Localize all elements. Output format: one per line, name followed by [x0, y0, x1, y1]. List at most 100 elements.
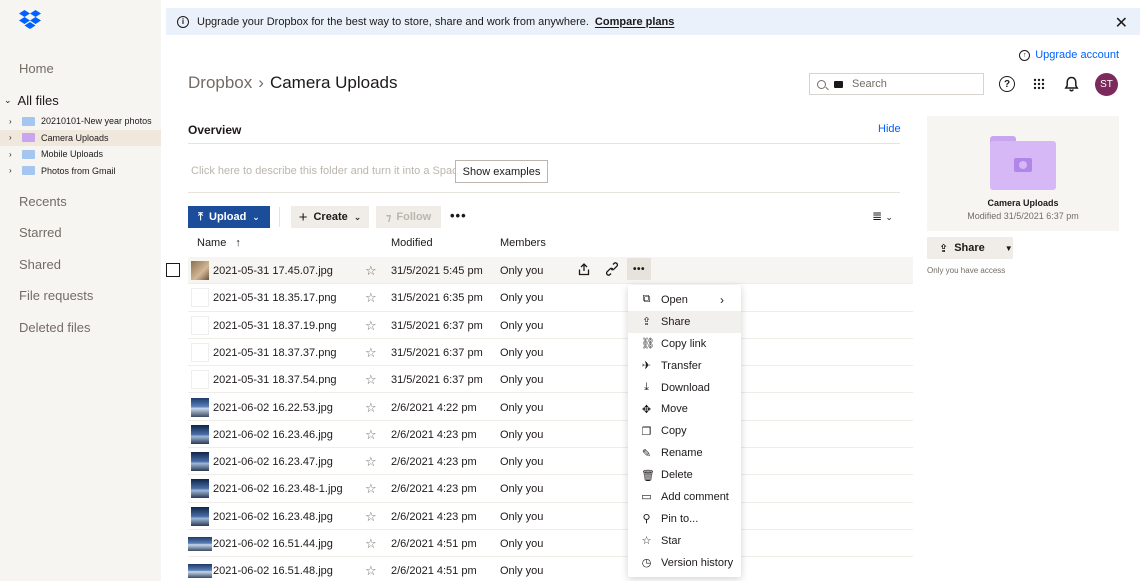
- star-icon[interactable]: ☆: [365, 536, 377, 552]
- copy-link-icon[interactable]: [605, 262, 619, 279]
- file-name[interactable]: 2021-06-02 16.22.53.jpg: [213, 402, 333, 414]
- avatar[interactable]: ST: [1095, 73, 1118, 96]
- star-icon[interactable]: ☆: [365, 400, 377, 416]
- show-examples-button[interactable]: Show examples: [455, 160, 548, 183]
- bell-icon[interactable]: [1061, 74, 1081, 94]
- file-members: Only you: [500, 483, 544, 496]
- hide-overview-link[interactable]: Hide: [878, 123, 901, 135]
- menu-item-copy[interactable]: ❐ Copy: [628, 420, 741, 442]
- table-row[interactable]: 2021-06-02 16.23.46.jpg ☆ 2/6/2021 4:23 pm…: [188, 421, 913, 449]
- nav-starred[interactable]: Starred: [19, 225, 62, 240]
- nav-all-files[interactable]: ⌄ All files: [4, 93, 59, 108]
- table-row[interactable]: 2021-05-31 18.37.19.png ☆ 31/5/2021 6:37 p…: [188, 312, 913, 339]
- share-button[interactable]: ⇪ Share ▼: [927, 237, 1013, 259]
- table-row[interactable]: 2021-05-31 18.37.37.png ☆ 31/5/2021 6:37 p…: [188, 339, 913, 367]
- apps-grid-icon[interactable]: [1029, 74, 1049, 94]
- menu-item-rename[interactable]: ✎ Rename: [628, 442, 741, 464]
- compare-plans-link[interactable]: Compare plans: [595, 16, 674, 28]
- file-name[interactable]: 2021-06-02 16.23.46.jpg: [213, 429, 333, 441]
- menu-item-open[interactable]: ⧉ Open ›: [628, 289, 741, 311]
- menu-item-delete[interactable]: 🗑 Delete: [628, 464, 741, 486]
- star-icon[interactable]: ☆: [365, 318, 377, 334]
- follow-button[interactable]: ⁊ Follow: [376, 206, 441, 228]
- dropbox-logo-icon[interactable]: [19, 10, 41, 30]
- nav-recents[interactable]: Recents: [19, 194, 67, 209]
- file-name[interactable]: 2021-05-31 18.37.54.png: [213, 374, 337, 386]
- camera-folder-icon: [990, 136, 1056, 190]
- chevron-right-icon[interactable]: ›: [9, 133, 19, 142]
- banner-text: Upgrade your Dropbox for the best way to…: [197, 15, 589, 28]
- file-members: Only you: [500, 565, 544, 578]
- table-row[interactable]: 2021-06-02 16.23.48.jpg ☆ 2/6/2021 4:23 pm…: [188, 503, 913, 530]
- link-icon: ⛓: [641, 338, 655, 351]
- star-icon[interactable]: ☆: [365, 427, 377, 443]
- file-name[interactable]: 2021-06-02 16.51.48.jpg: [213, 565, 333, 577]
- menu-item-copy-link[interactable]: ⛓ Copy link: [628, 333, 741, 355]
- file-name[interactable]: 2021-05-31 18.35.17.png: [213, 292, 337, 304]
- share-label: Share: [954, 242, 985, 254]
- file-name[interactable]: 2021-06-02 16.23.48-1.jpg: [213, 483, 343, 495]
- table-row[interactable]: 2021-06-02 16.22.53.jpg ☆ 2/6/2021 4:22 pm…: [188, 394, 913, 421]
- file-members: Only you: [500, 292, 544, 305]
- chevron-right-icon[interactable]: ›: [9, 117, 19, 126]
- table-row[interactable]: 2021-05-31 18.37.54.png ☆ 31/5/2021 6:37 p…: [188, 366, 913, 394]
- tree-item[interactable]: › Mobile Uploads: [0, 146, 161, 163]
- menu-item-star[interactable]: ☆ Star: [628, 530, 741, 552]
- table-row[interactable]: 2021-06-02 16.23.48-1.jpg ☆ 2/6/2021 4:23 …: [188, 475, 913, 503]
- nav-home[interactable]: Home: [19, 61, 54, 76]
- more-options-icon[interactable]: •••: [450, 208, 467, 223]
- tree-item[interactable]: › 20210101-New year photos: [0, 113, 161, 130]
- file-name[interactable]: 2021-06-02 16.23.48.jpg: [213, 511, 333, 523]
- menu-item-version-history[interactable]: ◷ Version history: [628, 552, 741, 574]
- column-header-name[interactable]: Name ↑: [197, 237, 241, 249]
- nav-file-requests[interactable]: File requests: [19, 288, 93, 303]
- help-button[interactable]: ?: [997, 74, 1017, 94]
- star-icon[interactable]: ☆: [365, 454, 377, 470]
- star-icon[interactable]: ☆: [365, 481, 377, 497]
- star-icon[interactable]: ☆: [365, 263, 377, 279]
- create-button[interactable]: + Create ⌄: [291, 206, 369, 228]
- file-name[interactable]: 2021-06-02 16.51.44.jpg: [213, 538, 333, 550]
- close-icon[interactable]: ✕: [1115, 13, 1128, 33]
- nav-deleted-files[interactable]: Deleted files: [19, 320, 91, 335]
- file-name[interactable]: 2021-06-02 16.23.47.jpg: [213, 456, 333, 468]
- describe-folder-prompt[interactable]: Click here to describe this folder and t…: [191, 165, 464, 177]
- menu-item-add-comment[interactable]: ▭ Add comment: [628, 486, 741, 508]
- search-input[interactable]: Search: [809, 73, 984, 95]
- table-row[interactable]: 2021-05-31 18.35.17.png ☆ 31/5/2021 6:35 p…: [188, 284, 913, 312]
- view-options-button[interactable]: ≣ ⌄: [872, 209, 893, 223]
- file-name[interactable]: 2021-05-31 18.37.19.png: [213, 320, 337, 332]
- menu-item-pin-to[interactable]: ⚲ Pin to...: [628, 508, 741, 530]
- star-icon[interactable]: ☆: [365, 563, 377, 579]
- chevron-right-icon[interactable]: ›: [9, 166, 19, 175]
- chevron-right-icon[interactable]: ›: [9, 150, 19, 159]
- breadcrumb-root[interactable]: Dropbox: [188, 73, 252, 93]
- tree-item[interactable]: › Camera Uploads: [0, 129, 161, 146]
- upload-icon: ⤒: [198, 210, 204, 223]
- star-icon[interactable]: ☆: [365, 372, 377, 388]
- table-row[interactable]: 2021-06-02 16.51.44.jpg ☆ 2/6/2021 4:51 pm…: [188, 530, 913, 558]
- upgrade-account-link[interactable]: ↑ Upgrade account: [1019, 49, 1119, 61]
- caret-down-icon[interactable]: ▼: [1005, 244, 1013, 253]
- menu-item-download[interactable]: ⤓ Download: [628, 377, 741, 399]
- menu-item-move[interactable]: ✥ Move: [628, 398, 741, 420]
- file-name[interactable]: 2021-05-31 18.37.37.png: [213, 347, 337, 359]
- file-name[interactable]: 2021-05-31 17.45.07.jpg: [213, 265, 333, 277]
- upload-button[interactable]: ⤒ Upload ⌄: [188, 206, 270, 228]
- row-more-options-icon[interactable]: •••: [627, 258, 651, 280]
- row-checkbox[interactable]: [166, 263, 180, 277]
- table-row[interactable]: 2021-05-31 17.45.07.jpg ☆ 31/5/2021 5:45 p…: [188, 257, 913, 285]
- table-row[interactable]: 2021-06-02 16.23.47.jpg ☆ 2/6/2021 4:23 pm…: [188, 448, 913, 476]
- menu-item-transfer[interactable]: ✈ Transfer: [628, 355, 741, 377]
- star-icon[interactable]: ☆: [365, 509, 377, 525]
- nav-shared[interactable]: Shared: [19, 257, 61, 272]
- menu-item-share[interactable]: ⇪ Share: [628, 310, 741, 333]
- download-icon: ⤓: [644, 381, 649, 393]
- column-header-modified[interactable]: Modified: [391, 237, 433, 249]
- star-icon[interactable]: ☆: [365, 345, 377, 361]
- share-row-icon[interactable]: [578, 263, 590, 279]
- tree-item[interactable]: › Photos from Gmail: [0, 163, 161, 180]
- column-header-members[interactable]: Members: [500, 237, 546, 249]
- table-row[interactable]: 2021-06-02 16.51.48.jpg ☆ 2/6/2021 4:51 pm…: [188, 557, 913, 581]
- star-icon[interactable]: ☆: [365, 290, 377, 306]
